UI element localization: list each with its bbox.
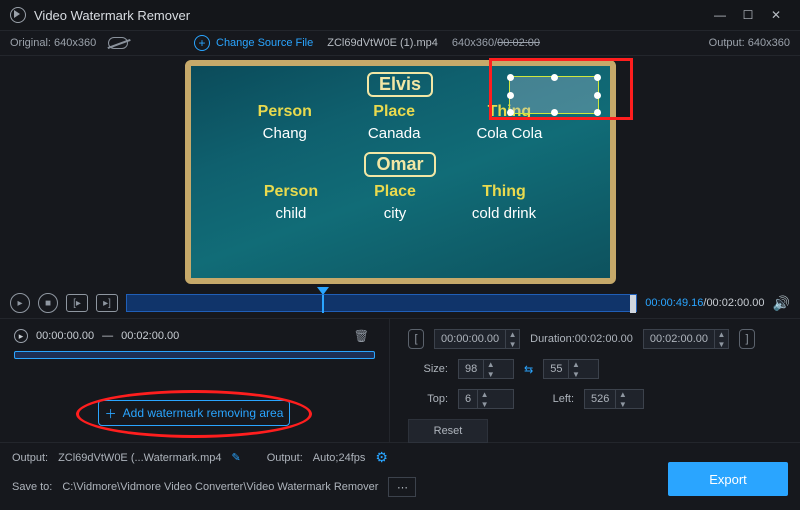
size-height-input[interactable]: 55▲▼	[543, 359, 599, 379]
app-logo-icon	[10, 7, 26, 23]
output-settings-icon[interactable]: ⚙	[375, 449, 388, 466]
output-filename: ZCl69dVtW0E (...Watermark.mp4	[58, 452, 221, 464]
segment-range: ▸ 00:00:00.00 — 00:02:00.00	[14, 329, 375, 343]
preview-toggle-icon[interactable]	[108, 37, 128, 49]
timeline-end-handle[interactable]	[630, 295, 636, 313]
stop-button[interactable]: ■	[38, 293, 58, 313]
resize-handle[interactable]	[551, 109, 558, 116]
timeline-track[interactable]	[126, 294, 637, 312]
resize-handle[interactable]	[551, 74, 558, 81]
resize-handle[interactable]	[594, 92, 601, 99]
size-width-input[interactable]: 98▲▼	[458, 359, 514, 379]
duration-label: Duration:00:02:00.00	[530, 333, 633, 345]
segment-bar[interactable]	[14, 351, 375, 359]
segment-icon: ▸	[14, 329, 28, 343]
output-file-label: Output:	[12, 452, 48, 464]
resize-handle[interactable]	[507, 109, 514, 116]
range-end-bracket-button[interactable]: ]	[739, 329, 755, 349]
output-dimensions: Output: 640x360	[709, 37, 790, 49]
source-filename: ZCl69dVtW0E (1).mp4	[327, 37, 438, 49]
browse-folder-button[interactable]: ⋯	[388, 477, 416, 497]
playback-bar: ▸ ■ [▸ ▸] 00:00:49.16/00:02:00.00 🔊	[0, 288, 800, 318]
saveto-label: Save to:	[12, 481, 52, 493]
left-input[interactable]: 526▲▼	[584, 389, 644, 409]
spinner-up[interactable]: ▲	[505, 329, 519, 339]
export-button[interactable]: Export	[668, 462, 788, 496]
range-end-input[interactable]: 00:02:00.00▲▼	[643, 329, 729, 349]
plus-circle-icon: +	[194, 35, 210, 51]
size-label: Size:	[408, 363, 448, 375]
change-source-label: Change Source File	[216, 37, 313, 49]
edit-filename-icon[interactable]: ✎	[231, 451, 240, 464]
resize-handle[interactable]	[507, 74, 514, 81]
close-button[interactable]: ✕	[762, 4, 790, 26]
preview-stage[interactable]: Elvis PersonChang PlaceCanada ThingCola …	[0, 56, 800, 288]
top-label: Top:	[408, 393, 448, 405]
range-start-bracket-button[interactable]: [	[408, 329, 424, 349]
preview-name-2: Omar	[364, 152, 435, 177]
output-format-value: Auto;24fps	[313, 452, 366, 464]
spinner-down[interactable]: ▼	[568, 369, 582, 379]
link-aspect-icon[interactable]: ⇆	[524, 363, 533, 376]
play-button[interactable]: ▸	[10, 293, 30, 313]
resize-handle[interactable]	[507, 92, 514, 99]
add-watermark-area-label: Add watermark removing area	[123, 406, 284, 420]
resize-handle[interactable]	[594, 74, 601, 81]
delete-segment-button[interactable]: 🗑	[354, 329, 369, 343]
output-format-label: Output:	[267, 452, 303, 464]
spinner-up[interactable]: ▲	[568, 359, 582, 369]
spinner-up[interactable]: ▲	[477, 389, 491, 399]
title-bar: Video Watermark Remover — ☐ ✕	[0, 0, 800, 30]
volume-icon[interactable]: 🔊	[773, 295, 790, 312]
left-label: Left:	[524, 393, 574, 405]
maximize-button[interactable]: ☐	[734, 4, 762, 26]
add-watermark-area-button[interactable]: ＋ Add watermark removing area	[98, 400, 290, 426]
minimize-button[interactable]: —	[706, 4, 734, 26]
resize-handle[interactable]	[594, 109, 601, 116]
properties-panel: [ 00:00:00.00▲▼ Duration:00:02:00.00 00:…	[390, 319, 800, 442]
playhead-marker-icon[interactable]	[317, 287, 329, 295]
range-start-input[interactable]: 00:00:00.00▲▼	[434, 329, 520, 349]
original-label: Original: 640x360	[10, 37, 96, 49]
change-source-button[interactable]: + Change Source File	[194, 35, 313, 51]
spinner-down[interactable]: ▼	[714, 339, 728, 349]
watermark-selection-box[interactable]	[509, 76, 599, 114]
step-back-button[interactable]: [▸	[66, 294, 88, 312]
step-fwd-button[interactable]: ▸]	[96, 294, 118, 312]
plus-icon: ＋	[105, 405, 117, 422]
playback-time: 00:00:49.16/00:02:00.00	[645, 297, 764, 309]
app-title: Video Watermark Remover	[34, 8, 706, 23]
preview-name-1: Elvis	[367, 72, 433, 97]
source-dimensions: 640x360/00:02:00	[452, 37, 540, 49]
spinner-up[interactable]: ▲	[615, 389, 629, 399]
spinner-down[interactable]: ▼	[615, 399, 629, 409]
info-bar: Original: 640x360 + Change Source File Z…	[0, 30, 800, 56]
video-preview[interactable]: Elvis PersonChang PlaceCanada ThingCola …	[185, 60, 616, 284]
reset-button[interactable]: Reset	[408, 419, 488, 443]
saveto-path: C:\Vidmore\Vidmore Video Converter\Video…	[62, 481, 378, 493]
top-input[interactable]: 6▲▼	[458, 389, 514, 409]
playhead-line	[322, 295, 324, 313]
spinner-down[interactable]: ▼	[505, 339, 519, 349]
spinner-up[interactable]: ▲	[714, 329, 728, 339]
segments-panel: ▸ 00:00:00.00 — 00:02:00.00 🗑 ＋ Add wate…	[0, 319, 390, 442]
spinner-up[interactable]: ▲	[483, 359, 497, 369]
spinner-down[interactable]: ▼	[483, 369, 497, 379]
spinner-down[interactable]: ▼	[477, 399, 491, 409]
